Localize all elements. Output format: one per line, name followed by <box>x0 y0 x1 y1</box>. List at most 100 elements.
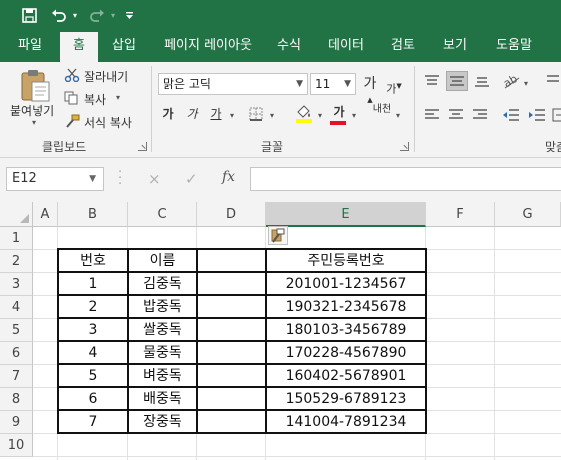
shrink-font-button[interactable]: 가▼ <box>386 78 402 98</box>
paste-icon[interactable] <box>18 68 52 102</box>
table-cell-name[interactable]: 쌀중독 <box>129 319 196 342</box>
table-cell-name[interactable]: 물중독 <box>129 342 196 365</box>
column-header-a[interactable]: A <box>33 202 58 227</box>
tab-file[interactable]: 파일 <box>6 30 54 62</box>
clipboard-launcher-icon[interactable] <box>138 142 147 151</box>
tab-formulas[interactable]: 수식 <box>270 30 308 62</box>
column-header-e[interactable]: E <box>266 202 426 227</box>
table-cell-number[interactable]: 1 <box>59 273 127 296</box>
table-cell-number[interactable]: 4 <box>59 342 127 365</box>
align-middle-icon[interactable] <box>446 71 468 91</box>
select-all-button[interactable] <box>0 202 33 227</box>
cell-d2[interactable] <box>198 250 265 273</box>
tab-page-layout[interactable]: 페이지 레이아웃 <box>156 30 260 62</box>
row-header-5[interactable]: 5 <box>0 319 33 342</box>
paste-options-icon[interactable] <box>268 226 288 245</box>
table-cell-resident-id[interactable]: 180103-3456789 <box>267 319 425 342</box>
italic-button[interactable]: 가 <box>184 106 200 122</box>
fill-color-icon[interactable] <box>294 104 314 124</box>
orientation-dropdown-icon[interactable]: ▾ <box>522 76 530 92</box>
table-cell-number[interactable]: 2 <box>59 296 127 319</box>
bold-button[interactable]: 가 <box>160 106 176 122</box>
align-top-icon[interactable] <box>424 74 440 88</box>
cell-b2[interactable]: 번호 <box>59 250 127 273</box>
row-header-10[interactable]: 10 <box>0 434 33 457</box>
row-header-4[interactable]: 4 <box>0 296 33 319</box>
increase-indent-icon[interactable] <box>528 108 546 122</box>
row-header-6[interactable]: 6 <box>0 342 33 365</box>
row-header-2[interactable]: 2 <box>0 250 33 273</box>
table-cell-name[interactable]: 배중독 <box>129 388 196 411</box>
merge-center-icon[interactable] <box>552 108 561 122</box>
table-cell-resident-id[interactable]: 141004-7891234 <box>267 411 425 434</box>
row-header-8[interactable]: 8 <box>0 388 33 411</box>
column-header-b[interactable]: B <box>58 202 128 227</box>
tab-help[interactable]: 도움말 <box>488 30 540 62</box>
tab-review[interactable]: 검토 <box>384 30 422 62</box>
borders-icon[interactable] <box>248 106 266 122</box>
row-header-9[interactable]: 9 <box>0 411 33 434</box>
orientation-icon[interactable]: ab <box>501 72 522 90</box>
tab-home[interactable]: 홈 <box>60 30 98 62</box>
paste-dropdown-icon[interactable]: ▾ <box>32 118 36 127</box>
cell-c2[interactable]: 이름 <box>129 250 196 273</box>
font-color-dropdown-icon[interactable]: ▾ <box>350 108 358 124</box>
tab-insert[interactable]: 삽입 <box>104 30 144 62</box>
formula-input[interactable] <box>250 167 561 191</box>
copy-dropdown-icon[interactable]: ▾ <box>116 93 120 102</box>
insert-function-icon[interactable]: fx <box>222 169 235 185</box>
cell-e2[interactable]: 주민등록번호 <box>267 250 425 273</box>
format-painter-button[interactable]: 서식 복사 <box>84 114 132 131</box>
column-header-c[interactable]: C <box>128 202 197 227</box>
redo-icon[interactable] <box>86 5 108 25</box>
cut-button[interactable]: 잘라내기 <box>84 68 128 85</box>
customize-qat-icon[interactable] <box>122 5 136 25</box>
underline-dropdown-icon[interactable]: ▾ <box>228 108 236 124</box>
borders-dropdown-icon[interactable]: ▾ <box>268 108 276 124</box>
undo-dropdown-icon[interactable]: ▾ <box>70 5 80 25</box>
align-bottom-icon[interactable] <box>474 74 490 88</box>
column-header-f[interactable]: F <box>426 202 495 227</box>
copy-icon[interactable] <box>64 91 80 105</box>
decrease-indent-icon[interactable] <box>502 108 520 122</box>
redo-dropdown-icon[interactable]: ▾ <box>108 5 118 25</box>
paste-button[interactable]: 붙여넣기 <box>10 102 54 119</box>
table-cell-number[interactable]: 6 <box>59 388 127 411</box>
worksheet-grid[interactable]: A B C D E F G 1 2 3 4 5 6 7 8 9 10 번호 이름 <box>0 202 561 460</box>
table-cell-number[interactable]: 7 <box>59 411 127 434</box>
tab-data[interactable]: 데이터 <box>322 30 370 62</box>
fill-color-dropdown-icon[interactable]: ▾ <box>316 108 324 124</box>
table-cell-resident-id[interactable]: 170228-4567890 <box>267 342 425 365</box>
name-box[interactable]: E12 ▼ <box>6 167 104 191</box>
table-cell-number[interactable]: 5 <box>59 365 127 388</box>
undo-icon[interactable] <box>48 5 70 25</box>
wrap-text-icon[interactable] <box>546 72 560 90</box>
table-cell-resident-id[interactable]: 150529-6789123 <box>267 388 425 411</box>
phonetic-dropdown-icon[interactable]: ▾ <box>394 108 402 124</box>
underline-button[interactable]: 가 <box>208 106 224 122</box>
table-cell-name[interactable]: 밥중독 <box>129 296 196 319</box>
font-launcher-icon[interactable] <box>400 142 409 151</box>
column-header-g[interactable]: G <box>495 202 561 227</box>
table-cell-resident-id[interactable]: 201001-1234567 <box>267 273 425 296</box>
save-icon[interactable] <box>18 5 40 25</box>
table-cell-resident-id[interactable]: 190321-2345678 <box>267 296 425 319</box>
table-cell-name[interactable]: 장중독 <box>129 411 196 434</box>
formula-bar-grip-icon[interactable]: · · · <box>118 166 122 191</box>
format-painter-icon[interactable] <box>64 114 80 128</box>
table-cell-resident-id[interactable]: 160402-5678901 <box>267 365 425 388</box>
enter-icon[interactable]: ✓ <box>185 170 198 188</box>
cancel-icon[interactable]: × <box>148 170 161 188</box>
column-header-d[interactable]: D <box>197 202 266 227</box>
copy-button[interactable]: 복사 <box>84 91 106 108</box>
phonetic-button[interactable]: 내천 <box>372 105 392 115</box>
font-color-button[interactable]: 가 <box>330 104 348 125</box>
font-size-select[interactable]: 11 ▼ <box>310 73 356 95</box>
align-left-icon[interactable] <box>424 108 440 122</box>
table-cell-name[interactable]: 벼중독 <box>129 365 196 388</box>
tab-view[interactable]: 보기 <box>436 30 474 62</box>
align-right-icon[interactable] <box>472 108 488 122</box>
table-cell-number[interactable]: 3 <box>59 319 127 342</box>
row-header-1[interactable]: 1 <box>0 227 33 250</box>
row-header-3[interactable]: 3 <box>0 273 33 296</box>
